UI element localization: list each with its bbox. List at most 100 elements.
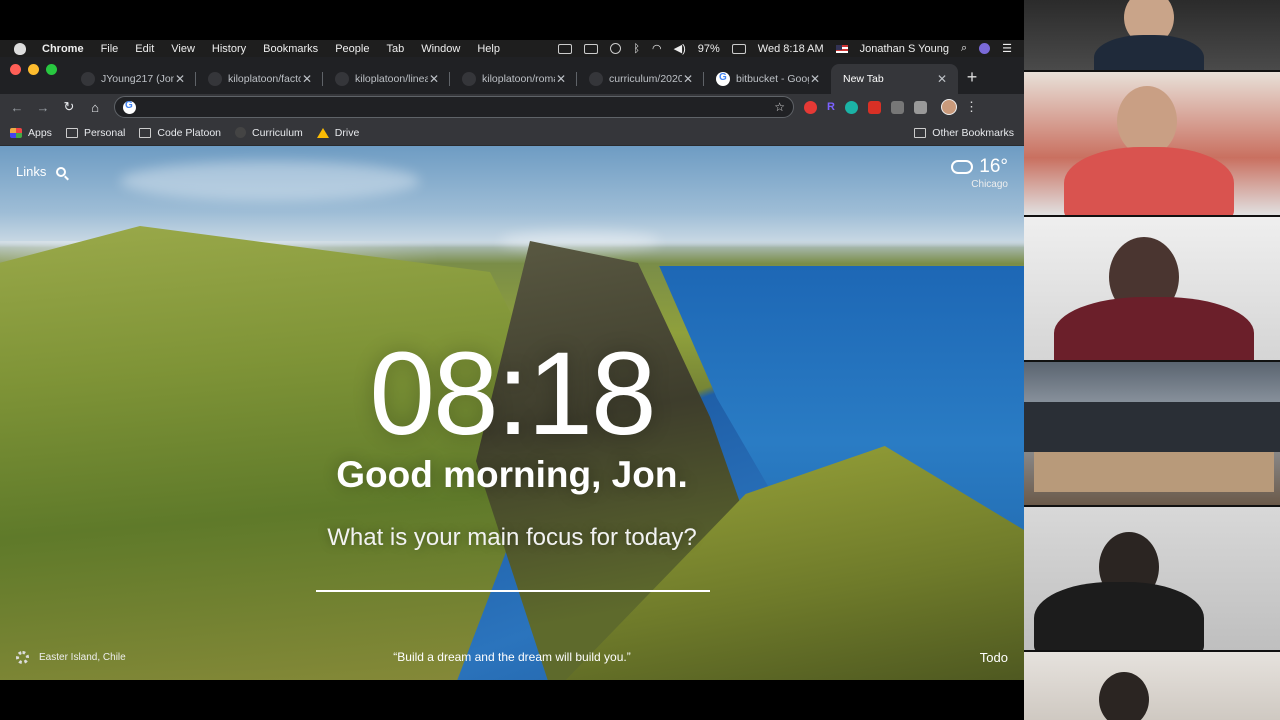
google-drive-icon — [316, 127, 329, 138]
bookmark-label: Apps — [28, 126, 52, 139]
wifi-icon[interactable]: ◠ — [652, 42, 662, 55]
bluetooth-icon[interactable]: ᛒ — [633, 43, 640, 55]
minimize-window-icon[interactable] — [28, 64, 39, 75]
close-tab-icon[interactable]: ✕ — [936, 72, 948, 86]
menu-edit[interactable]: Edit — [135, 43, 154, 55]
links-label[interactable]: Links — [16, 164, 46, 179]
video-tile[interactable] — [1024, 507, 1280, 650]
home-icon[interactable]: ⌂ — [82, 100, 108, 115]
tab-kiloplatoon-roman[interactable]: kiloplatoon/roman ✕ — [450, 64, 577, 94]
folder-icon — [65, 127, 78, 138]
bookmark-label: Curriculum — [252, 126, 303, 139]
menu-people[interactable]: People — [335, 43, 369, 55]
battery-icon[interactable] — [731, 43, 746, 54]
bookmark-curriculum[interactable]: Curriculum — [235, 127, 303, 139]
address-input[interactable] — [141, 100, 775, 114]
chrome-toolbar: ← → ↻ ⌂ ☆ R ⋮ — [0, 94, 1024, 120]
weather-widget[interactable]: 16° Chicago — [951, 156, 1008, 190]
menu-bookmarks[interactable]: Bookmarks — [263, 43, 318, 55]
time-machine-icon[interactable] — [610, 43, 622, 54]
search-icon[interactable] — [56, 166, 67, 177]
bookmark-other[interactable]: Other Bookmarks — [914, 127, 1014, 139]
reload-icon[interactable]: ↻ — [56, 99, 82, 115]
focus-input[interactable] — [316, 590, 710, 592]
tab-title: New Tab — [843, 73, 884, 85]
extension-copy-icon[interactable] — [913, 100, 927, 114]
chrome-menu-icon[interactable]: ⋮ — [965, 99, 978, 115]
close-tab-icon[interactable]: ✕ — [682, 72, 694, 86]
github-favicon-icon — [335, 72, 349, 86]
menu-window[interactable]: Window — [421, 43, 460, 55]
extension-gray-icon[interactable] — [890, 100, 904, 114]
menubar-user[interactable]: Jonathan S Young — [860, 43, 949, 55]
input-source-flag-icon[interactable] — [835, 44, 848, 53]
close-tab-icon[interactable]: ✕ — [301, 72, 313, 86]
forward-arrow-icon[interactable]: → — [30, 100, 56, 115]
bookmark-apps[interactable]: Apps — [10, 127, 52, 139]
volume-icon[interactable]: ◀) — [674, 42, 686, 55]
bookmark-label: Other Bookmarks — [932, 126, 1014, 139]
video-tile[interactable] — [1024, 72, 1280, 215]
tab-jyoung217[interactable]: JYoung217 (Jonat ✕ — [69, 64, 196, 94]
video-tile[interactable] — [1024, 0, 1280, 70]
profile-avatar[interactable] — [940, 99, 957, 115]
battery-percent[interactable]: 97% — [698, 43, 720, 55]
google-search-icon — [123, 100, 136, 114]
daily-quote: “Build a dream and the dream will build … — [393, 650, 631, 664]
airplay-icon[interactable] — [584, 43, 599, 54]
bookmark-code-platoon[interactable]: Code Platoon — [139, 127, 221, 139]
tab-curriculum[interactable]: curriculum/2020- ✕ — [577, 64, 704, 94]
extension-red-icon[interactable] — [804, 100, 817, 114]
tab-title: bitbucket - Goog — [736, 73, 809, 85]
github-favicon-icon — [81, 72, 95, 86]
close-tab-icon[interactable]: ✕ — [809, 72, 821, 86]
macos-menubar: Chrome File Edit View History Bookmarks … — [0, 40, 1024, 57]
close-tab-icon[interactable]: ✕ — [428, 72, 440, 86]
video-tile[interactable] — [1024, 652, 1280, 720]
tab-kiloplatoon-linear[interactable]: kiloplatoon/linear ✕ — [323, 64, 450, 94]
extension-r-icon[interactable]: R — [827, 101, 835, 114]
bookmark-label: Personal — [83, 126, 126, 139]
weather-city: Chicago — [971, 179, 1008, 190]
extension-teal-icon[interactable] — [844, 100, 858, 114]
bookmark-drive[interactable]: Drive — [316, 127, 359, 139]
notification-center-icon[interactable]: ☰ — [1002, 42, 1012, 55]
video-tile[interactable] — [1024, 362, 1280, 505]
back-arrow-icon[interactable]: ← — [4, 100, 30, 115]
zoom-window-icon[interactable] — [46, 64, 57, 75]
close-window-icon[interactable] — [10, 64, 21, 75]
video-tile[interactable] — [1024, 217, 1280, 360]
siri-icon[interactable] — [979, 43, 991, 54]
apps-grid-icon — [10, 127, 22, 138]
omnibox[interactable]: ☆ — [114, 96, 794, 118]
bookmark-label: Code Platoon — [157, 126, 222, 139]
bookmark-personal[interactable]: Personal — [65, 126, 126, 139]
menu-app-name[interactable]: Chrome — [42, 43, 84, 55]
new-tab-plus-icon[interactable]: + — [958, 67, 986, 94]
extension-badge-icon[interactable] — [867, 100, 881, 114]
tab-bitbucket-google[interactable]: bitbucket - Goog ✕ — [704, 64, 831, 94]
menu-view[interactable]: View — [171, 43, 195, 55]
extensions-bar: R — [804, 100, 927, 114]
apple-icon[interactable] — [14, 42, 26, 55]
todo-button[interactable]: Todo — [980, 650, 1008, 665]
tab-title: kiloplatoon/roman — [482, 73, 555, 85]
tab-title: kiloplatoon/factor — [228, 73, 301, 85]
close-tab-icon[interactable]: ✕ — [174, 72, 186, 86]
clock: 08:18 — [369, 328, 656, 460]
github-favicon-icon — [462, 72, 476, 86]
menubar-clock[interactable]: Wed 8:18 AM — [758, 43, 824, 55]
links-menu[interactable]: Links — [16, 164, 67, 179]
folder-icon — [914, 127, 927, 138]
spotlight-icon[interactable]: ⌕ — [961, 42, 967, 55]
participant — [1099, 672, 1149, 720]
menu-help[interactable]: Help — [477, 43, 500, 55]
tab-kiloplatoon-factor[interactable]: kiloplatoon/factor ✕ — [196, 64, 323, 94]
menu-tab[interactable]: Tab — [386, 43, 404, 55]
menu-file[interactable]: File — [101, 43, 119, 55]
tab-new-tab[interactable]: New Tab ✕ — [831, 64, 958, 94]
menu-history[interactable]: History — [212, 43, 246, 55]
bookmark-star-icon[interactable]: ☆ — [774, 100, 785, 114]
screen-share-icon[interactable] — [558, 43, 573, 54]
close-tab-icon[interactable]: ✕ — [555, 72, 567, 86]
